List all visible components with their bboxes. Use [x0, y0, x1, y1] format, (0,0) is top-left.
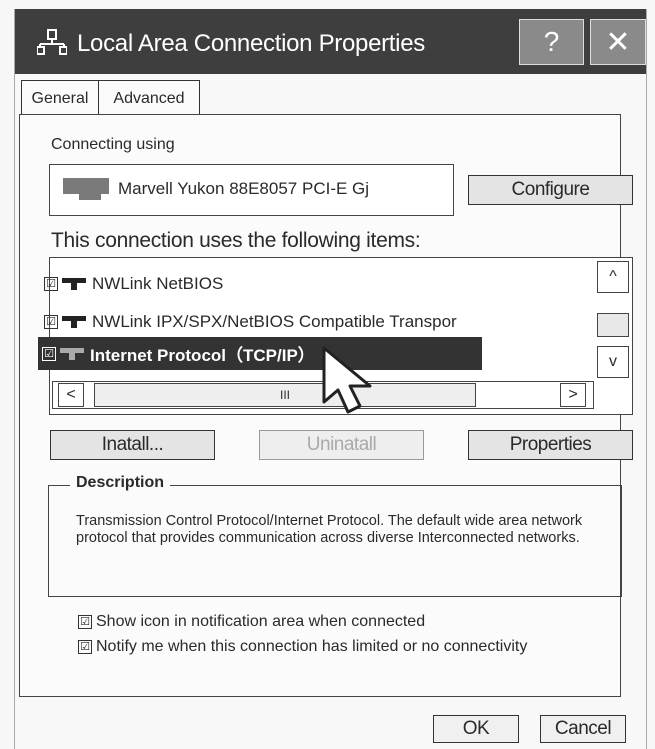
option-label: Notify me when this connection has limit…: [96, 638, 528, 655]
title-bar[interactable]: Local Area Connection Properties ? ✕: [15, 9, 646, 74]
properties-button[interactable]: Properties: [468, 430, 633, 460]
configure-button[interactable]: Configure: [468, 175, 633, 205]
list-item-label: Internet Protocol（TCP/IP）: [90, 346, 315, 365]
network-connection-icon: [37, 29, 67, 55]
notify-option[interactable]: ☑ Notify me when this connection has lim…: [78, 638, 527, 656]
network-adapter-icon: [63, 178, 109, 200]
scroll-down-button[interactable]: v: [597, 346, 629, 378]
items-heading: This connection uses the following items…: [51, 229, 421, 252]
list-item-internet-protocol[interactable]: ☑ Internet Protocol（TCP/IP）: [38, 337, 482, 370]
checkbox[interactable]: ☑: [78, 640, 92, 654]
help-button[interactable]: ?: [519, 19, 584, 65]
checkbox[interactable]: ☑: [44, 315, 58, 329]
scroll-left-button[interactable]: <: [58, 383, 84, 407]
list-item-nwlink-ipx[interactable]: ☑ NWLink IPX/SPX/NetBIOS Compatible Tran…: [44, 312, 457, 332]
adapter-name: Marvell Yukon 88E8057 PCI-E Gj: [118, 179, 370, 198]
show-icon-option[interactable]: ☑ Show icon in notification area when co…: [78, 613, 425, 631]
description-legend: Description: [70, 474, 171, 492]
tab-general[interactable]: General: [21, 80, 99, 116]
list-item-label: NWLink IPX/SPX/NetBIOS Compatible Transp…: [92, 312, 457, 331]
install-button[interactable]: Inatall...: [50, 430, 215, 460]
cancel-button[interactable]: Cancel: [540, 715, 626, 743]
uninstall-button[interactable]: Uninatall: [259, 430, 424, 460]
horizontal-scroll-thumb[interactable]: III: [94, 383, 476, 407]
network-component-icon: [62, 278, 86, 290]
option-label: Show icon in notification area when conn…: [96, 613, 426, 630]
list-item-nwlink-netbios[interactable]: ☑ NWLink NetBIOS: [44, 274, 223, 294]
connecting-using-label: Connecting using: [51, 136, 175, 153]
window-title: Local Area Connection Properties: [77, 30, 425, 57]
mouse-pointer-icon: [322, 346, 372, 414]
close-button[interactable]: ✕: [590, 19, 646, 65]
description-text: Transmission Control Protocol/Internet P…: [76, 513, 583, 546]
vertical-scroll-thumb[interactable]: [597, 313, 629, 337]
checkbox[interactable]: ☑: [78, 615, 92, 629]
list-item-label: NWLink NetBIOS: [92, 274, 224, 293]
ok-button[interactable]: OK: [433, 715, 519, 743]
tab-advanced[interactable]: Advanced: [98, 80, 200, 116]
scroll-right-button[interactable]: >: [560, 383, 586, 407]
scroll-up-button[interactable]: ^: [597, 261, 629, 293]
network-component-icon: [62, 316, 86, 328]
adapter-field: Marvell Yukon 88E8057 PCI-E Gj: [49, 164, 454, 216]
network-component-icon: [60, 347, 84, 360]
checkbox[interactable]: ☑: [44, 277, 58, 291]
checkbox[interactable]: ☑: [42, 346, 56, 361]
